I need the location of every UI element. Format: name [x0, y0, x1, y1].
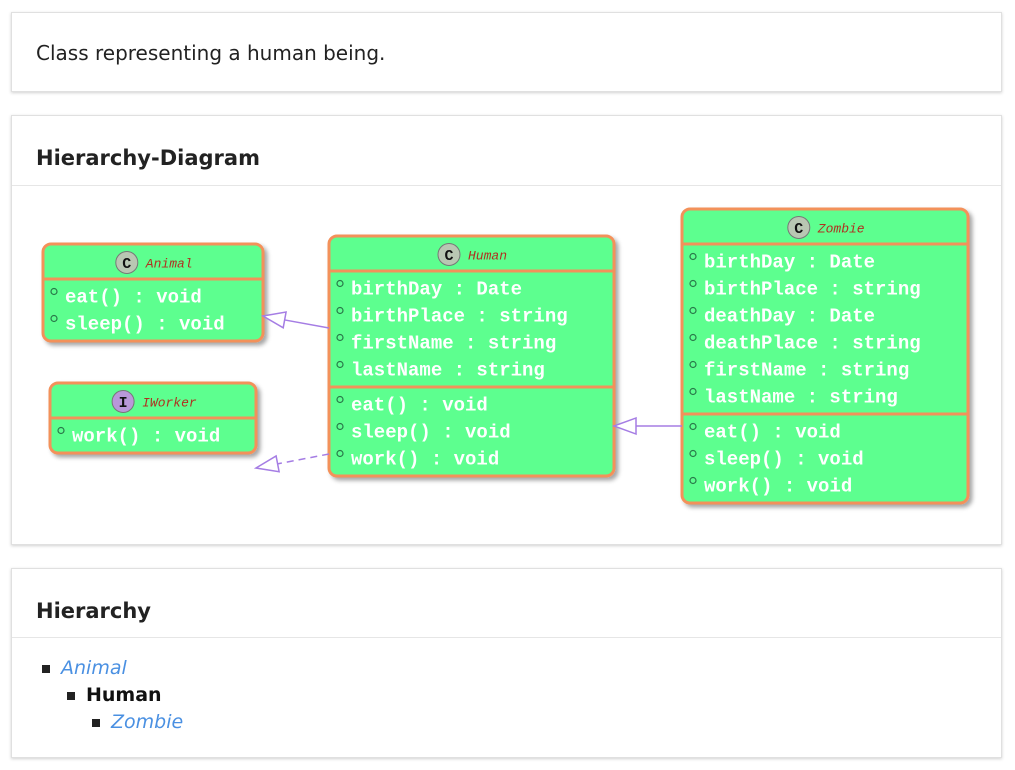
class-name: Animal: [145, 257, 193, 272]
class-field: firstName : string: [704, 360, 909, 382]
uml-class-iworker: I IWorker work() : void: [48, 381, 258, 455]
class-field: lastName : string: [351, 360, 545, 382]
bullet-icon: [42, 664, 50, 673]
class-method: work() : void: [704, 476, 852, 498]
class-method: eat() : void: [351, 395, 488, 417]
class-field: birthDay : Date: [704, 252, 875, 274]
class-field: birthPlace : string: [704, 279, 921, 301]
section-divider: [12, 637, 1001, 638]
implements-arrow: [253, 453, 330, 473]
inheritance-arrow: [260, 311, 330, 329]
hierarchy-link[interactable]: Zombie: [111, 709, 183, 736]
class-method: sleep() : void: [704, 449, 864, 471]
inheritance-arrow: [611, 416, 682, 436]
badge-letter: C: [122, 256, 131, 273]
uml-class-human: C Human birthDay : Date birthPlace : string…: [327, 234, 616, 478]
uml-class-zombie: C Zombie birthDay : Date birthPlace : strin…: [680, 207, 970, 505]
class-field: birthPlace : string: [351, 306, 568, 328]
hierarchy-item: Zombie: [42, 709, 183, 736]
uml-class-animal: C Animal eat() : void sleep() : void: [41, 242, 265, 343]
hierarchy-diagram-card: Hierarchy-Diagram C Animal eat() : void sle…: [11, 115, 1002, 545]
class-field: birthDay : Date: [351, 279, 522, 301]
hierarchy-card: Hierarchy Animal Human Zombie: [11, 568, 1002, 758]
hierarchy-list: Animal Human Zombie: [42, 655, 183, 736]
hierarchy-item: Animal: [42, 655, 183, 682]
class-description: Class representing a human being.: [36, 41, 386, 65]
uml-class-diagram: C Animal eat() : void sleep() : void I IWorke…: [41, 207, 970, 505]
diagram-section-title: Hierarchy-Diagram: [36, 146, 260, 170]
class-name: Zombie: [817, 222, 865, 237]
bullet-icon: [67, 691, 75, 700]
badge-letter: I: [119, 395, 128, 412]
badge-letter: C: [444, 248, 453, 265]
class-method: work() : void: [351, 449, 499, 471]
class-field: deathDay : Date: [704, 306, 875, 328]
class-method: sleep() : void: [65, 314, 225, 336]
class-name: Human: [468, 249, 507, 264]
class-field: firstName : string: [351, 333, 556, 355]
hierarchy-link[interactable]: Animal: [61, 655, 127, 682]
class-field: deathPlace : string: [704, 333, 921, 355]
class-method: sleep() : void: [351, 422, 511, 444]
bullet-icon: [92, 718, 100, 727]
class-name: IWorker: [142, 396, 197, 411]
badge-letter: C: [794, 221, 803, 238]
description-card: Class representing a human being.: [11, 12, 1002, 92]
class-field: lastName : string: [704, 387, 898, 409]
class-method: work() : void: [72, 426, 220, 448]
class-method: eat() : void: [65, 287, 202, 309]
class-method: eat() : void: [704, 422, 841, 444]
hierarchy-item: Human: [42, 682, 183, 709]
hierarchy-current-class: Human: [86, 684, 162, 706]
hierarchy-section-title: Hierarchy: [36, 599, 151, 623]
